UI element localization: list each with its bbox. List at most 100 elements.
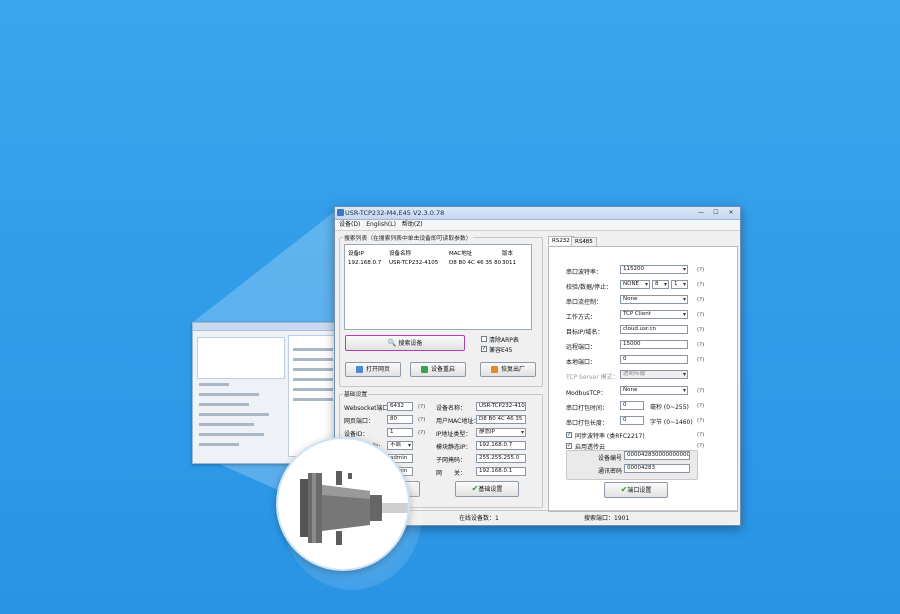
pack-length-input[interactable]: 0 (620, 416, 644, 425)
help-hint[interactable]: (?) (418, 417, 425, 423)
col-device-ip[interactable]: 设备IP (348, 249, 364, 257)
search-port-status: 搜索端口：1901 (584, 515, 630, 522)
web-port-input[interactable]: 80 (387, 415, 413, 424)
help-hint[interactable]: (?) (697, 432, 704, 438)
help-hint[interactable]: (?) (697, 297, 704, 303)
factory-reset-button[interactable]: 恢复出厂 (480, 362, 536, 377)
basic-settings-button[interactable]: ✔基础设置 (455, 481, 519, 497)
remote-port-input[interactable]: 15000 (620, 340, 688, 349)
pack-time-label: 串口打包时间： (566, 405, 609, 412)
ip-type-select[interactable]: 不启 (387, 441, 413, 450)
menu-device[interactable]: 设备(D) (339, 220, 360, 230)
baud-rate-select[interactable]: 115200 (620, 265, 688, 274)
help-hint[interactable]: (?) (697, 312, 704, 318)
basic-settings-label: 基础设置 (343, 389, 369, 398)
search-device-button[interactable]: 🔍 搜索设备 (345, 335, 465, 351)
help-hint[interactable]: (?) (697, 357, 704, 363)
open-web-button[interactable]: 打开网页 (345, 362, 401, 377)
pack-time-input[interactable]: 0 (620, 401, 644, 410)
online-devices-count: 在线设备数：1 (459, 515, 499, 522)
restart-icon (420, 366, 428, 373)
maximize-button[interactable]: ☐ (709, 208, 723, 217)
ip-address-type-select[interactable]: 静态IP (476, 428, 526, 437)
local-port-input[interactable]: 0 (620, 355, 688, 364)
help-hint[interactable]: (?) (697, 342, 704, 348)
modbus-tcp-select[interactable]: None (620, 386, 688, 395)
subnet-mask-input[interactable]: 255.255.255.0 (476, 454, 526, 463)
app-icon (337, 209, 344, 216)
target-ip-label: 目标IP/域名： (566, 329, 604, 336)
tab-rs232[interactable]: RS232 (548, 236, 574, 245)
help-hint[interactable]: (?) (697, 388, 704, 394)
col-device-name[interactable]: 设备名称 (389, 249, 411, 257)
e45-label: 兼容E45 (489, 347, 513, 354)
help-hint[interactable]: (?) (418, 430, 425, 436)
flow-control-label: 串口流控制： (566, 299, 603, 306)
device-id-input[interactable]: 1 (387, 428, 413, 437)
device-number-input[interactable]: 00004283000000000042 (624, 451, 690, 460)
ip-address-type-label: IP地址类型： (436, 431, 472, 438)
restart-device-button[interactable]: 设备重启 (410, 362, 466, 377)
help-hint[interactable]: (?) (697, 267, 704, 273)
ws-port-input[interactable]: 6432 (387, 402, 413, 411)
help-hint[interactable]: (?) (697, 418, 704, 424)
device-name-input[interactable]: USR-TCP232-4105 (476, 402, 526, 411)
target-ip-input[interactable]: cloud.usr.cn (620, 325, 688, 334)
web-port-label: 网页端口： (344, 418, 375, 425)
sync-baud-label: 同步波特率 (类RFC2217) (575, 433, 645, 440)
col-version[interactable]: 版本 (502, 249, 513, 257)
help-hint[interactable]: (?) (697, 403, 704, 409)
menu-help[interactable]: 帮助(Z) (402, 220, 423, 230)
db9-connector-icon (300, 471, 408, 545)
magnifier-icon: 🔍 (387, 339, 397, 347)
flow-control-select[interactable]: None (620, 295, 688, 304)
help-hint[interactable]: (?) (418, 404, 425, 410)
gateway-input[interactable]: 192.168.0.1 (476, 467, 526, 476)
modbus-tcp-label: ModbusTCP： (566, 390, 607, 397)
user-mac-label: 用户MAC地址： (436, 418, 480, 425)
help-hint[interactable]: (?) (697, 443, 704, 449)
parity-select[interactable]: NONE (620, 280, 650, 289)
pack-time-unit: 毫秒 (0~255) (650, 404, 689, 411)
clear-arp-label: 清除ARP表 (489, 337, 519, 344)
pack-length-label: 串口打包长度： (566, 420, 609, 427)
user-mac-input[interactable]: D8 B0 4C 46 35 (476, 415, 526, 424)
baud-rate-label: 串口波特率： (566, 269, 603, 276)
serial-port-magnifier (276, 437, 410, 571)
device-name-label: 设备名称： (436, 405, 467, 412)
comm-password-input[interactable]: 00004283 (624, 464, 690, 473)
webpage-icon (355, 366, 363, 373)
col-mac[interactable]: MAC地址 (449, 249, 472, 257)
static-ip-label: 模块静态IP： (436, 444, 472, 451)
minimize-button[interactable]: — (694, 208, 708, 217)
clear-arp-checkbox[interactable] (481, 336, 487, 342)
enable-cloud-checkbox[interactable]: ✓ (566, 443, 572, 449)
device-list: 设备IP 设备名称 MAC地址 版本 192.168.0.7 USR-TCP23… (344, 244, 532, 330)
tcp-server-mode-select[interactable]: 透明传输 (620, 370, 688, 379)
local-port-label: 本地端口： (566, 359, 597, 366)
remote-port-label: 远程端口： (566, 344, 597, 351)
menu-bar: 设备(D) English(L) 帮助(Z) (335, 220, 740, 231)
title-bar: USR-TCP232-M4,E45 V2.3.0.78 — ☐ ✕ (335, 207, 740, 220)
stop-bits-select[interactable]: 1 (671, 280, 688, 289)
static-ip-input[interactable]: 192.168.0.7 (476, 441, 526, 450)
help-hint[interactable]: (?) (697, 327, 704, 333)
help-hint[interactable]: (?) (697, 282, 704, 288)
menu-english[interactable]: English(L) (366, 220, 396, 230)
row-ip: 192.168.0.7 (348, 260, 382, 266)
work-mode-label: 工作方式： (566, 314, 597, 321)
close-button[interactable]: ✕ (724, 208, 738, 217)
parity-label: 校验/数据/停止： (566, 284, 613, 291)
tab-rs485[interactable]: RS485 (571, 237, 597, 246)
window-title: USR-TCP232-M4,E45 V2.3.0.78 (345, 209, 445, 217)
pack-length-unit: 字节 (0~1460) (650, 419, 693, 426)
e45-checkbox[interactable]: ✓ (481, 346, 487, 352)
gateway-label: 网 关： (436, 470, 467, 477)
row-name: USR-TCP232-4105 (389, 260, 439, 266)
work-mode-select[interactable]: TCP Client (620, 310, 688, 319)
data-bits-select[interactable]: 8 (652, 280, 669, 289)
search-list-label: 搜索列表（在搜索列表中单击设备即可读取参数） (343, 233, 473, 242)
port-settings-button[interactable]: ✔端口设置 (604, 482, 668, 498)
reset-icon (490, 366, 498, 373)
sync-baud-checkbox[interactable]: ✓ (566, 432, 572, 438)
